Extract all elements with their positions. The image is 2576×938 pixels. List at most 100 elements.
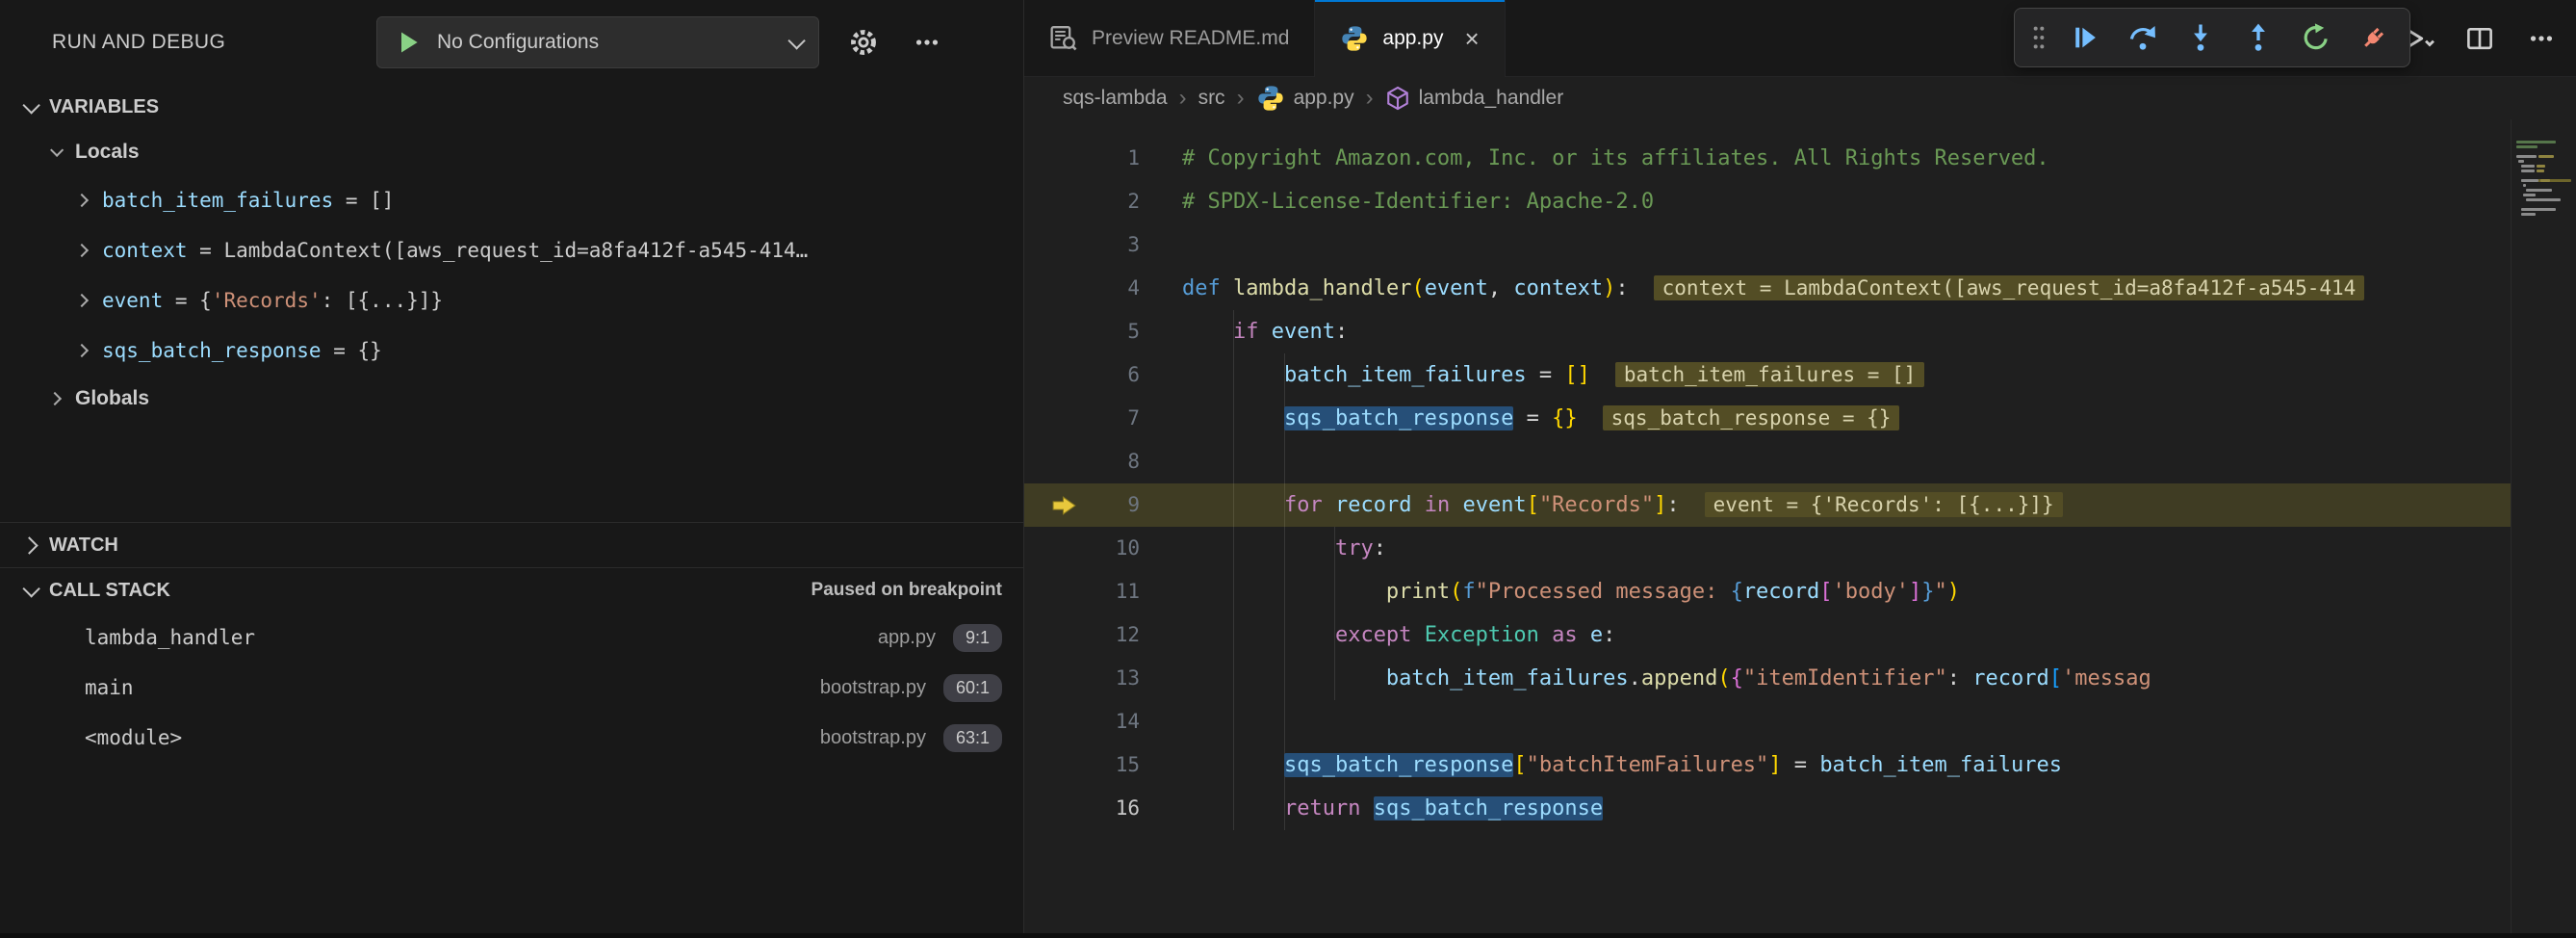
breadcrumb-separator: › xyxy=(1237,87,1245,110)
code-text: def lambda_handler(event, context):conte… xyxy=(1182,267,2364,310)
code-text: batch_item_failures = []batch_item_failu… xyxy=(1182,353,1924,397)
variable-sqs-batch-response[interactable]: sqs_batch_response = {} xyxy=(0,326,1023,376)
restart-button[interactable] xyxy=(2290,13,2342,62)
code-line-15[interactable]: 15 sqs_batch_response["batchItemFailures… xyxy=(1024,743,2576,787)
more-actions-icon[interactable] xyxy=(908,23,946,62)
chevron-right-icon xyxy=(48,392,62,405)
line-number[interactable]: 2 xyxy=(1024,180,1182,223)
line-number[interactable]: 11 xyxy=(1024,570,1182,613)
code-line-11[interactable]: 11 print(f"Processed message: {record['b… xyxy=(1024,570,2576,613)
code-line-6[interactable]: 6 batch_item_failures = []batch_item_fai… xyxy=(1024,353,2576,397)
breadcrumb-item-lambda-handler[interactable]: lambda_handler xyxy=(1385,86,1564,111)
code-line-16[interactable]: 16 return sqs_batch_response xyxy=(1024,787,2576,830)
scope-locals[interactable]: Locals xyxy=(0,129,1023,175)
watch-pane: WATCH xyxy=(0,522,1023,567)
line-number[interactable]: 7 xyxy=(1024,397,1182,440)
chevron-right-icon[interactable] xyxy=(75,244,89,257)
stack-frame-module[interactable]: <module>bootstrap.py63:1 xyxy=(0,713,1023,763)
code-line-12[interactable]: 12 except Exception as e: xyxy=(1024,613,2576,657)
line-number[interactable]: 3 xyxy=(1024,223,1182,267)
scope-globals-label: Globals xyxy=(75,387,149,410)
line-number[interactable]: 6 xyxy=(1024,353,1182,397)
tab-app-py[interactable]: app.py× xyxy=(1315,0,1505,77)
line-number[interactable]: 16 xyxy=(1024,787,1182,830)
close-icon[interactable]: × xyxy=(1464,26,1479,51)
code-text: batch_item_failures.append({"itemIdentif… xyxy=(1182,657,2151,700)
breadcrumb-item-app-py[interactable]: app.py xyxy=(1256,84,1354,113)
code-editor[interactable]: 1# Copyright Amazon.com, Inc. or its aff… xyxy=(1024,119,2576,938)
code-line-5[interactable]: 5 if event: xyxy=(1024,310,2576,353)
debug-start-icon[interactable] xyxy=(395,29,422,56)
line-number[interactable]: 1 xyxy=(1024,137,1182,180)
step-over-button[interactable] xyxy=(2117,13,2169,62)
step-into-icon xyxy=(2186,23,2215,52)
code-line-4[interactable]: 4def lambda_handler(event, context):cont… xyxy=(1024,267,2576,310)
step-into-button[interactable] xyxy=(2175,13,2227,62)
breadcrumb-item-src[interactable]: src xyxy=(1198,87,1225,110)
variable-text: sqs_batch_response = {} xyxy=(102,339,382,362)
line-number[interactable]: 5 xyxy=(1024,310,1182,353)
line-number[interactable]: 15 xyxy=(1024,743,1182,787)
tabs: Preview README.mdapp.py× xyxy=(1024,0,1506,76)
code-line-8[interactable]: 8 xyxy=(1024,440,2576,483)
code-line-14[interactable]: 14 xyxy=(1024,700,2576,743)
debug-inline-value: event = {'Records': [{...}]} xyxy=(1705,492,2063,517)
gripper-button[interactable] xyxy=(2024,13,2053,62)
chevron-down-icon xyxy=(22,96,39,114)
code-text: return sqs_batch_response xyxy=(1182,787,1603,830)
code-line-2[interactable]: 2# SPDX-License-Identifier: Apache-2.0 xyxy=(1024,180,2576,223)
chevron-right-icon[interactable] xyxy=(75,194,89,207)
stack-frame-main[interactable]: mainbootstrap.py60:1 xyxy=(0,663,1023,713)
variable-event[interactable]: event = {'Records': [{...}]} xyxy=(0,275,1023,326)
tab-preview-readme-md[interactable]: Preview README.md xyxy=(1024,0,1315,76)
variable-context[interactable]: context = LambdaContext([aws_request_id=… xyxy=(0,225,1023,275)
line-number[interactable]: 12 xyxy=(1024,613,1182,657)
disconnect-button[interactable] xyxy=(2348,13,2400,62)
debug-inline-value: batch_item_failures = [] xyxy=(1615,362,1924,387)
chevron-right-icon[interactable] xyxy=(75,344,89,357)
step-out-button[interactable] xyxy=(2232,13,2284,62)
continue-button[interactable] xyxy=(2059,13,2111,62)
more-actions-button[interactable] xyxy=(2522,19,2561,58)
variable-text: context = LambdaContext([aws_request_id=… xyxy=(102,239,808,262)
debug-current-line-arrow-icon xyxy=(1051,495,1077,515)
variable-batch-item-failures[interactable]: batch_item_failures = [] xyxy=(0,175,1023,225)
code-text: # Copyright Amazon.com, Inc. or its affi… xyxy=(1182,137,2049,180)
code-line-1[interactable]: 1# Copyright Amazon.com, Inc. or its aff… xyxy=(1024,137,2576,180)
code-line-3[interactable]: 3 xyxy=(1024,223,2576,267)
line-number[interactable]: 9 xyxy=(1024,483,1182,527)
line-number[interactable]: 8 xyxy=(1024,440,1182,483)
gear-icon[interactable] xyxy=(844,23,883,62)
split-editor-button[interactable] xyxy=(2460,19,2499,58)
stack-frame-lambda-handler[interactable]: lambda_handlerapp.py9:1 xyxy=(0,612,1023,663)
code-line-13[interactable]: 13 batch_item_failures.append({"itemIden… xyxy=(1024,657,2576,700)
chevron-right-icon[interactable] xyxy=(75,294,89,307)
call-stack-header-label: CALL STACK xyxy=(49,580,170,602)
line-number[interactable]: 4 xyxy=(1024,267,1182,310)
call-stack-section-header[interactable]: CALL STACK Paused on breakpoint xyxy=(0,568,1023,612)
sidebar-title-bar: RUN AND DEBUG No Configurations xyxy=(0,0,1023,85)
line-number[interactable]: 13 xyxy=(1024,657,1182,700)
symbol-method-icon xyxy=(1385,86,1410,111)
debug-config-dropdown[interactable]: No Configurations xyxy=(376,16,819,68)
locals-children: batch_item_failures = [] context = Lambda… xyxy=(0,175,1023,376)
breadcrumb-separator: › xyxy=(1179,87,1187,110)
frame-position-badge: 9:1 xyxy=(953,624,1002,652)
code-line-10[interactable]: 10 try: xyxy=(1024,527,2576,570)
restart-icon xyxy=(2302,23,2331,52)
chevron-down-icon xyxy=(787,32,805,49)
call-stack-frames: lambda_handlerapp.py9:1mainbootstrap.py6… xyxy=(0,612,1023,763)
code-line-7[interactable]: 7 sqs_batch_response = {}sqs_batch_respo… xyxy=(1024,397,2576,440)
breadcrumb-item-sqs-lambda[interactable]: sqs-lambda xyxy=(1063,87,1168,110)
debug-toolbar xyxy=(2014,8,2410,67)
watch-section-header[interactable]: WATCH xyxy=(0,523,1023,567)
vscode-window: RUN AND DEBUG No Configurations VARIABLE… xyxy=(0,0,2576,938)
breadcrumb: sqs-lambda›src›app.py›lambda_handler xyxy=(1024,77,2576,119)
variables-section-header[interactable]: VARIABLES xyxy=(0,85,1023,129)
code-line-9[interactable]: 9 for record in event["Records"]:event =… xyxy=(1024,483,2576,527)
minimap[interactable] xyxy=(2511,119,2576,938)
line-number[interactable]: 10 xyxy=(1024,527,1182,570)
variables-header-label: VARIABLES xyxy=(49,96,159,118)
line-number[interactable]: 14 xyxy=(1024,700,1182,743)
scope-globals[interactable]: Globals xyxy=(0,376,1023,422)
